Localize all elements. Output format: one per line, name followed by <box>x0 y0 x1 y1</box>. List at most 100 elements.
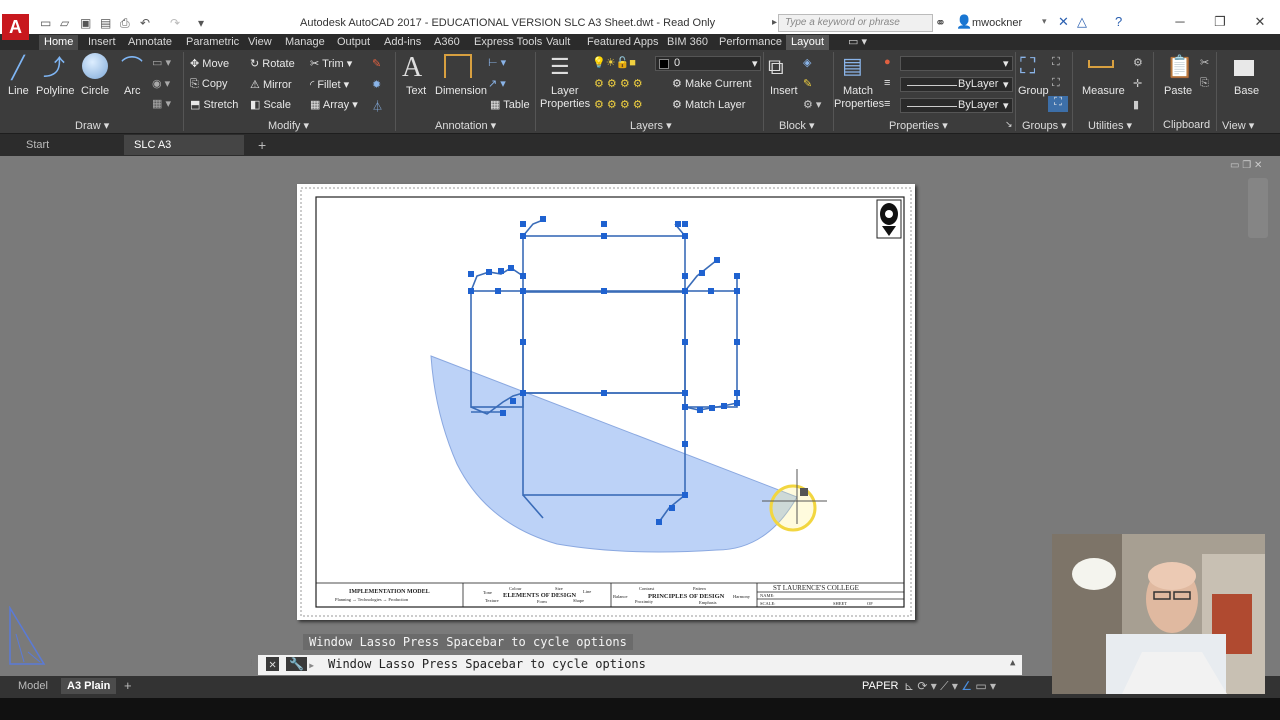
tab-featured-apps[interactable]: Featured Apps <box>582 35 664 50</box>
layers-panel-label[interactable]: Layers ▾ <box>630 119 672 132</box>
new-file-icon[interactable]: ▭ <box>40 16 51 30</box>
undo-icon[interactable]: ↶ <box>140 16 150 30</box>
cut-icon[interactable]: ✂ <box>1200 56 1209 69</box>
user-dropdown-icon[interactable]: ▾ <box>1042 16 1047 27</box>
paste-icon[interactable]: 📋 <box>1166 54 1193 80</box>
erase-icon[interactable]: ✎ <box>372 57 381 70</box>
insert-button[interactable]: Insert <box>770 85 798 97</box>
utilities-panel-label[interactable]: Utilities ▾ <box>1088 119 1132 132</box>
block-attributes-icon[interactable]: ⚙ ▾ <box>803 98 821 111</box>
rotate-button[interactable]: ↻ Rotate <box>250 57 295 70</box>
scale-button[interactable]: ◧ Scale <box>250 98 291 111</box>
arc-button[interactable]: Arc <box>124 85 141 97</box>
tab-view[interactable]: View <box>243 35 277 50</box>
tab-current-drawing[interactable]: SLC A3 Sheet.dwt*✕ <box>124 135 244 171</box>
help-icon[interactable]: ? <box>1115 14 1122 29</box>
match-layer-button[interactable]: ⚙ Match Layer <box>672 98 745 111</box>
grip-icon[interactable]: ⁞ <box>250 658 253 669</box>
circle-button[interactable]: Circle <box>81 85 109 97</box>
circle-icon[interactable] <box>82 53 108 79</box>
paper-sheet[interactable]: IMPLEMENTATION MODEL Planning → Technolo… <box>297 184 915 620</box>
base-button[interactable]: Base <box>1234 85 1259 97</box>
user-account[interactable]: mwockner <box>972 17 1022 29</box>
group-icon[interactable]: ⛶ <box>1020 53 1035 79</box>
block-panel-label[interactable]: Block ▾ <box>779 119 814 132</box>
dimension-button[interactable]: Dimension <box>435 85 487 97</box>
close-command-icon[interactable]: ✕ <box>266 657 280 671</box>
tab-parametric[interactable]: Parametric <box>181 35 244 50</box>
lineweight-icon[interactable]: ≡ <box>884 77 890 89</box>
add-layout-button[interactable]: + <box>118 678 138 694</box>
edit-block-icon[interactable]: ✎ <box>803 77 812 90</box>
wrench-icon[interactable]: 🔧 <box>286 657 307 671</box>
match-properties-button[interactable]: Match <box>843 85 873 97</box>
fillet-button[interactable]: ◜ Fillet ▾ <box>310 78 349 91</box>
layer-state-icons[interactable]: 💡☀🔓■ <box>592 56 636 69</box>
a360-icon[interactable]: △ <box>1077 14 1087 30</box>
match-properties-icon[interactable]: ▤ <box>842 53 863 79</box>
polyline-icon[interactable]: ⤴ <box>42 55 66 81</box>
search-expand-icon[interactable]: ▸ <box>772 17 777 28</box>
viewport-controls[interactable]: ▭ ❐ ✕ <box>1230 160 1262 171</box>
close-button[interactable]: ✕ <box>1240 14 1280 32</box>
properties-panel-label[interactable]: Properties ▾ <box>889 119 948 132</box>
linetype-icon[interactable]: ≡ <box>884 98 890 110</box>
arc-icon[interactable]: ⌒ <box>120 55 144 81</box>
paste-button[interactable]: Paste <box>1164 85 1192 97</box>
annotation-panel-label[interactable]: Annotation ▾ <box>435 119 496 132</box>
group-edit-icon[interactable]: ⛶ <box>1052 77 1060 90</box>
copy-button[interactable]: ⎘ Copy <box>190 78 228 91</box>
layer-properties-button[interactable]: Layer <box>551 85 579 97</box>
group-selection-icon[interactable]: ⛶ <box>1048 96 1068 112</box>
leader-icon[interactable]: ⊢ ▾ <box>488 56 506 69</box>
tab-model[interactable]: Model <box>12 678 54 694</box>
id-point-icon[interactable]: ✛ <box>1133 77 1142 90</box>
layer-tools-row1[interactable]: ⚙ ⚙ ⚙ ⚙ <box>594 77 643 90</box>
layer-tools-row2[interactable]: ⚙ ⚙ ⚙ ⚙ <box>594 98 643 111</box>
exchange-apps-icon[interactable]: ✕ <box>1058 14 1069 30</box>
offset-icon[interactable]: ⏃ <box>372 98 383 114</box>
navigation-bar[interactable] <box>1248 178 1268 238</box>
lineweight-dropdown[interactable]: ByLayer ▾ <box>900 77 1013 92</box>
copy-clip-icon[interactable]: ⎘ <box>1200 77 1209 90</box>
tab-a360[interactable]: A360 <box>429 35 465 50</box>
region-icon[interactable]: ▦ ▾ <box>152 97 171 110</box>
layer-dropdown[interactable]: 0 ▾ <box>655 56 761 71</box>
tab-layout-a3-plain[interactable]: A3 Plain <box>61 678 117 694</box>
plot-icon[interactable]: ⎙ <box>120 16 130 31</box>
command-line[interactable]: ⁞ ✕ 🔧 ▸ Window Lasso Press Spacebar to c… <box>250 655 1022 675</box>
status-toggle-icons[interactable]: ⊾ ⟳ ▾ ⟋ ▾ ∠ ▭ ▾ <box>904 679 996 694</box>
match-properties-button-2[interactable]: Properties <box>834 98 884 110</box>
dimension-icon[interactable] <box>444 54 472 78</box>
tab-insert[interactable]: Insert <box>83 35 121 50</box>
rectangle-icon[interactable]: ▭ ▾ <box>152 56 171 69</box>
calculator-icon[interactable]: ▮ <box>1133 98 1139 111</box>
user-icon[interactable]: 👤 <box>956 14 972 30</box>
drawing-svg[interactable]: IMPLEMENTATION MODEL Planning → Technolo… <box>297 184 915 620</box>
group-button[interactable]: Group <box>1018 85 1049 97</box>
insert-icon[interactable]: ⧉ <box>768 54 784 80</box>
restore-button[interactable]: ❐ <box>1200 14 1240 32</box>
ungroup-icon[interactable]: ⛶ <box>1052 56 1060 69</box>
layer-properties-button-2[interactable]: Properties <box>540 98 590 110</box>
color-dropdown[interactable]: ▾ <box>900 56 1013 71</box>
open-file-icon[interactable]: ▱ <box>60 16 69 30</box>
tab-add-ins[interactable]: Add-ins <box>379 35 426 50</box>
table-button[interactable]: ▦ Table <box>490 98 530 111</box>
create-block-icon[interactable]: ◈ <box>803 56 811 69</box>
view-panel-label[interactable]: View ▾ <box>1222 119 1254 132</box>
layer-properties-icon[interactable]: ☰ <box>550 54 570 80</box>
groups-panel-label[interactable]: Groups ▾ <box>1022 119 1067 132</box>
text-button[interactable]: Text <box>406 85 426 97</box>
modify-panel-label[interactable]: Modify ▾ <box>268 119 309 132</box>
move-button[interactable]: ✥ Move <box>190 57 229 70</box>
help-search-input[interactable]: Type a keyword or phrase <box>778 14 933 32</box>
measure-icon[interactable] <box>1088 60 1114 68</box>
linetype-dropdown[interactable]: ByLayer ▾ <box>900 98 1013 113</box>
tab-output[interactable]: Output <box>332 35 375 50</box>
command-input[interactable]: Window Lasso Press Spacebar to cycle opt… <box>328 657 646 671</box>
base-icon[interactable] <box>1234 60 1254 76</box>
tab-vault[interactable]: Vault <box>541 35 575 50</box>
command-history-icon[interactable]: ▲ <box>1010 658 1015 668</box>
line-icon[interactable]: ╱ <box>6 55 30 81</box>
